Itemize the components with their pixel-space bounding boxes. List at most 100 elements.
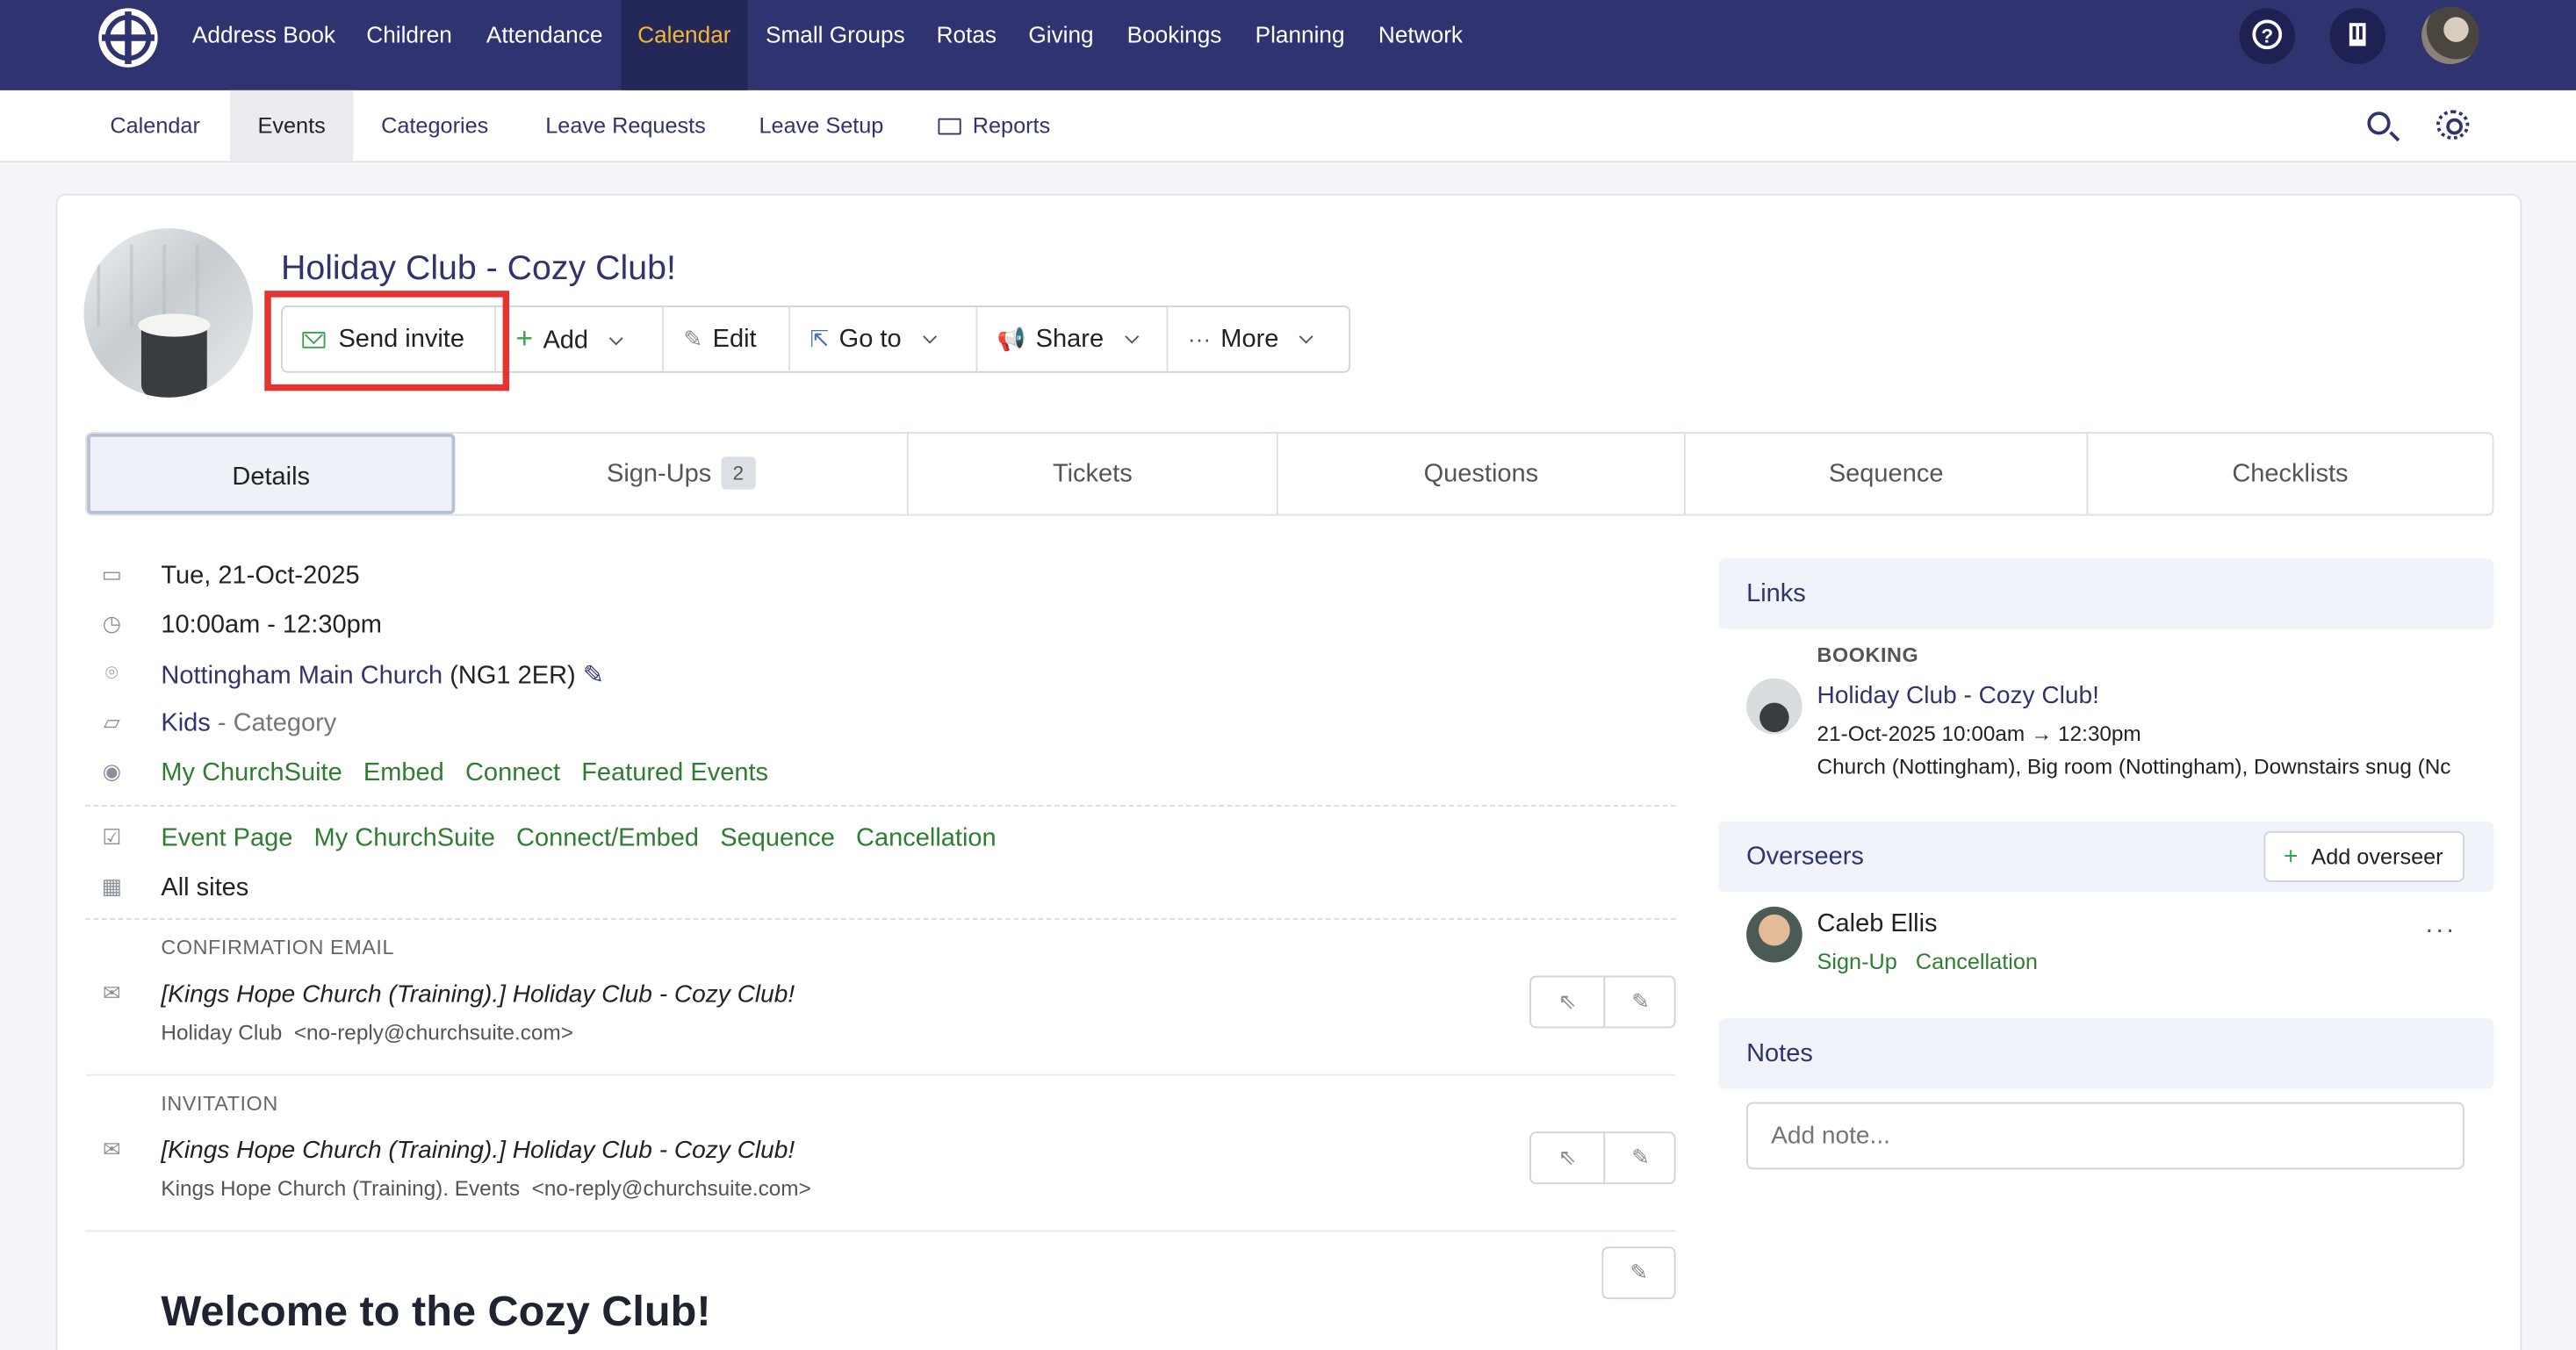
- tab-sign-ups[interactable]: Sign-Ups 2: [455, 433, 909, 514]
- sub-navigation: Calendar Events Categories Leave Request…: [0, 90, 2576, 163]
- pencil-icon: ✎: [683, 325, 703, 352]
- edit-button[interactable]: ✎ Edit: [664, 306, 791, 371]
- tab-checklists[interactable]: Checklists: [2088, 434, 2492, 514]
- settings-gear-icon[interactable]: [2436, 110, 2470, 140]
- booking-thumbnail: [1746, 678, 1802, 735]
- booking-link[interactable]: Holiday Club - Cozy Club!: [1817, 682, 2099, 710]
- preview-cursor-icon[interactable]: ⇖: [1531, 977, 1603, 1026]
- nav-children[interactable]: Children: [349, 0, 471, 90]
- pencil-icon[interactable]: ✎: [583, 662, 604, 690]
- goto-dropdown-button[interactable]: ⇱ Go to: [790, 306, 978, 371]
- pencil-icon[interactable]: ✎: [1603, 1133, 1675, 1183]
- overseer-menu-ellipsis-icon[interactable]: ···: [2425, 916, 2457, 946]
- category-link[interactable]: Kids: [161, 709, 210, 737]
- churchsuite-logo-icon[interactable]: [98, 8, 158, 68]
- notes-panel-heading: Notes: [1718, 1018, 2494, 1089]
- invitation-actions: ⇖ ✎: [1529, 1131, 1676, 1185]
- chevron-down-icon: [1124, 329, 1139, 344]
- category-suffix: - Category: [217, 709, 337, 738]
- tab-sign-ups-label: Sign-Ups: [606, 459, 712, 488]
- event-sites: All sites: [161, 873, 249, 902]
- page-links: Event Page My ChurchSuite Connect/Embed …: [161, 824, 996, 854]
- add-overseer-button[interactable]: + Add overseer: [2263, 830, 2464, 882]
- subnav-events[interactable]: Events: [229, 90, 354, 162]
- overseer-tags: Sign-Up Cancellation: [1817, 950, 2038, 974]
- share-label: Share: [1035, 325, 1105, 354]
- share-dropdown-button[interactable]: 📢 Share: [977, 306, 1169, 371]
- overseer-tag-sign-up: Sign-Up: [1817, 949, 1897, 974]
- visibility-links: My ChurchSuite Embed Connect Featured Ev…: [161, 758, 768, 788]
- more-label: More: [1220, 325, 1279, 354]
- visibility-my-churchsuite[interactable]: My ChurchSuite: [161, 758, 342, 786]
- page-event-page[interactable]: Event Page: [161, 824, 292, 852]
- user-avatar[interactable]: [2421, 6, 2479, 64]
- add-overseer-label: Add overseer: [2311, 844, 2443, 869]
- nav-planning[interactable]: Planning: [1237, 0, 1363, 90]
- calendar-icon: ▭: [101, 561, 122, 587]
- subnav-categories[interactable]: Categories: [353, 90, 516, 161]
- subnav-reports[interactable]: Reports: [910, 90, 1078, 161]
- edit-description-button[interactable]: ✎: [1601, 1246, 1676, 1300]
- event-date: Tue, 21-Oct-2025: [161, 561, 360, 590]
- building-icon[interactable]: [2329, 8, 2385, 64]
- ellipsis-icon: ···: [1187, 325, 1212, 352]
- invitation-subject: [Kings Hope Church (Training).] Holiday …: [161, 1136, 795, 1165]
- pencil-icon[interactable]: ✎: [1603, 977, 1675, 1027]
- event-location: Nottingham Main Church (NG1 2ER) ✎: [161, 660, 604, 692]
- page-cancellation[interactable]: Cancellation: [856, 824, 997, 852]
- description-heading: Welcome to the Cozy Club!: [161, 1286, 711, 1336]
- page-my-churchsuite[interactable]: My ChurchSuite: [314, 824, 495, 852]
- nav-attendance[interactable]: Attendance: [468, 0, 621, 90]
- chevron-down-icon: [922, 329, 937, 344]
- plus-icon: +: [2283, 842, 2299, 871]
- edit-label: Edit: [712, 325, 757, 354]
- booking-rooms: Church (Nottingham), Big room (Nottingha…: [1817, 753, 2451, 779]
- event-photo: [83, 228, 254, 398]
- overseer-tag-cancellation: Cancellation: [1915, 949, 2038, 974]
- event-time: 10:00am - 12:30pm: [161, 611, 382, 639]
- megaphone-icon: 📢: [997, 325, 1026, 352]
- map-pin-icon: ⌾: [104, 660, 119, 686]
- visibility-embed[interactable]: Embed: [363, 758, 444, 786]
- invitation-caption: INVITATION: [161, 1092, 278, 1116]
- subnav-leave-requests[interactable]: Leave Requests: [517, 90, 733, 161]
- visibility-connect[interactable]: Connect: [465, 758, 560, 786]
- folder-icon: ▱: [103, 709, 120, 735]
- invitation-from-email: <no-reply@churchsuite.com>: [531, 1175, 811, 1201]
- subnav-calendar[interactable]: Calendar: [83, 90, 228, 161]
- nav-address-book[interactable]: Address Book: [174, 0, 353, 90]
- page-connect-embed[interactable]: Connect/Embed: [516, 824, 699, 852]
- overseer-name[interactable]: Caleb Ellis: [1817, 910, 1938, 940]
- location-postcode: (NG1 2ER): [450, 662, 576, 690]
- add-dropdown-button[interactable]: + Add: [496, 306, 664, 371]
- goto-label: Go to: [838, 325, 902, 354]
- confirmation-from-email: <no-reply@churchsuite.com>: [293, 1020, 573, 1045]
- tab-details[interactable]: Details: [87, 433, 456, 514]
- confirmation-from-name: Holiday Club: [161, 1020, 283, 1045]
- help-icon[interactable]: [2239, 8, 2296, 64]
- building-icon: ▦: [101, 873, 122, 899]
- add-note-input[interactable]: [1746, 1102, 2464, 1170]
- nav-giving[interactable]: Giving: [1011, 0, 1112, 90]
- visibility-featured-events[interactable]: Featured Events: [581, 758, 768, 786]
- nav-rotas[interactable]: Rotas: [918, 0, 1015, 90]
- tab-questions[interactable]: Questions: [1278, 433, 1686, 514]
- pencil-icon: ✎: [1630, 1260, 1648, 1285]
- eye-icon: ◉: [102, 758, 121, 784]
- nav-network[interactable]: Network: [1360, 0, 1480, 90]
- more-dropdown-button[interactable]: ··· More: [1168, 307, 1350, 371]
- preview-cursor-icon[interactable]: ⇖: [1531, 1133, 1603, 1182]
- nav-small-groups[interactable]: Small Groups: [747, 0, 923, 90]
- checkbox-icon: ☑: [102, 824, 122, 850]
- tab-sequence[interactable]: Sequence: [1686, 433, 2089, 514]
- subnav-leave-setup[interactable]: Leave Setup: [731, 90, 911, 161]
- nav-calendar[interactable]: Calendar: [621, 0, 748, 90]
- location-link[interactable]: Nottingham Main Church: [161, 662, 443, 690]
- subnav-reports-label: Reports: [972, 113, 1051, 139]
- nav-bookings[interactable]: Bookings: [1109, 0, 1240, 90]
- tab-tickets[interactable]: Tickets: [909, 433, 1278, 514]
- page-sequence[interactable]: Sequence: [720, 824, 835, 852]
- confirmation-email-subject: [Kings Hope Church (Training).] Holiday …: [161, 980, 795, 1009]
- search-icon[interactable]: [2367, 111, 2391, 135]
- add-label: Add: [543, 327, 589, 355]
